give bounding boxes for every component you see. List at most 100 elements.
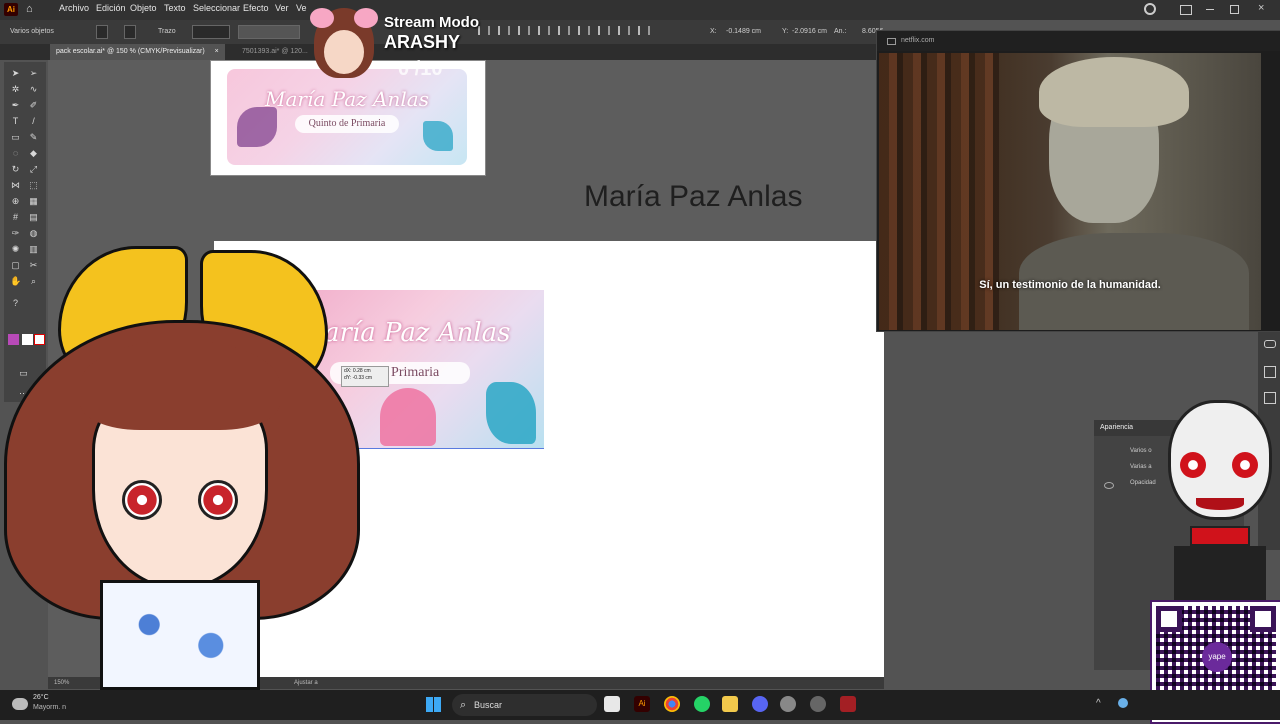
fill-swatch[interactable] (96, 25, 108, 39)
restore-icon[interactable] (1230, 5, 1239, 14)
search-icon[interactable] (1144, 3, 1156, 15)
line-tool-icon[interactable]: / (28, 116, 39, 127)
align-right-icon[interactable] (518, 26, 530, 35)
y-label: Y: (782, 28, 789, 35)
tab-close-icon[interactable]: × (215, 48, 219, 55)
blue-floral-dress (100, 580, 260, 690)
menu-bar: Ai ⌂ Archivo Edición Objeto Texto Selecc… (0, 0, 1280, 20)
task-view-icon[interactable] (604, 696, 620, 712)
stream-overlay: Stream Modo ARASHY 0 /10 (380, 10, 490, 80)
links-icon[interactable] (1264, 340, 1276, 348)
gradient-tool-icon[interactable]: ▤ (28, 212, 39, 223)
selection-label: Varios objetos (10, 28, 54, 35)
winrar-icon[interactable] (840, 696, 856, 712)
stroke-weight-input[interactable] (192, 25, 230, 39)
rotate-tool-icon[interactable]: ↻ (10, 164, 21, 175)
illustrator-taskbar-icon[interactable]: Ai (634, 696, 650, 712)
weather-icon[interactable] (12, 698, 28, 710)
netflix-titlebar: netflix.com (877, 31, 1280, 51)
align-top-icon[interactable] (538, 26, 550, 35)
close-icon[interactable]: × (1258, 2, 1264, 14)
discord-icon[interactable] (752, 696, 768, 712)
menu-ventana[interactable]: Ve (296, 3, 307, 13)
lasso-icon[interactable]: ∿ (28, 84, 39, 95)
visibility-eye-icon[interactable] (1104, 482, 1114, 489)
align-bottom-icon[interactable] (578, 26, 590, 35)
width-tool-icon[interactable]: ⋈ (10, 180, 21, 191)
paintbrush-icon[interactable]: ✎ (28, 132, 39, 143)
eyedropper-icon[interactable]: ✑ (10, 228, 21, 239)
menu-efecto[interactable]: Efecto (243, 3, 269, 13)
align-middle-icon[interactable] (558, 26, 570, 35)
properties-icon[interactable] (1264, 366, 1276, 378)
x-value[interactable]: -0.1489 cm (726, 28, 761, 35)
magic-wand-icon[interactable]: ✲ (10, 84, 21, 95)
artboard-title[interactable]: María Paz Anlas (584, 180, 802, 214)
distribute-icon[interactable] (598, 26, 610, 35)
tray-chevron-icon[interactable]: ^ (1096, 698, 1101, 709)
distribute-horizontal-icon[interactable] (618, 26, 630, 35)
pen-tool-icon[interactable]: ✒ (10, 100, 21, 111)
mesh-tool-icon[interactable]: # (10, 212, 21, 223)
blend-tool-icon[interactable]: ◍ (28, 228, 39, 239)
free-transform-icon[interactable]: ⬚ (28, 180, 39, 191)
stroke-label: Trazo (158, 28, 176, 35)
y-value[interactable]: -2.0916 cm (792, 28, 827, 35)
netflix-url: netflix.com (901, 37, 935, 44)
chrome-icon[interactable] (664, 696, 680, 712)
dancer-silhouette-icon (423, 121, 453, 151)
netflix-window[interactable]: netflix.com Sí, un testimonio de la huma… (876, 30, 1280, 332)
variable-width-profile[interactable] (238, 25, 300, 39)
tray-network-icon[interactable] (1118, 698, 1128, 708)
minimize-icon[interactable] (1206, 9, 1214, 10)
shape-builder-icon[interactable]: ⊕ (10, 196, 21, 207)
appearance-row-various[interactable]: Varias a (1130, 464, 1152, 470)
home-icon[interactable]: ⌂ (26, 3, 38, 15)
windows-start-icon[interactable] (426, 697, 441, 712)
rectangle-tool-icon[interactable]: ▭ (10, 132, 21, 143)
tab-label: pack escolar.ai* @ 150 % (CMYK/Previsual… (56, 48, 205, 55)
name-label-card[interactable]: María Paz Anlas Quinto de Primaria (227, 69, 467, 165)
align-center-icon[interactable] (498, 26, 510, 35)
menu-archivo[interactable]: Archivo (59, 3, 89, 13)
file-explorer-icon[interactable] (722, 696, 738, 712)
netflix-subtitle: Sí, un testimonio de la humanidad. (979, 279, 1161, 291)
tab-7501393[interactable]: 7501393.ai* @ 120... (236, 44, 314, 60)
appearance-row-objects[interactable]: Varios o (1130, 448, 1152, 454)
weather-temp: 26°C (33, 694, 49, 701)
selection-tool-icon[interactable]: ➤ (10, 68, 21, 79)
layout-icon[interactable] (1180, 5, 1192, 15)
type-tool-icon[interactable]: T (10, 116, 21, 127)
app-icon[interactable] (810, 696, 826, 712)
whatsapp-icon[interactable] (694, 696, 710, 712)
curvature-tool-icon[interactable]: ✐ (28, 100, 39, 111)
shaper-tool-icon[interactable]: ◌ (10, 148, 21, 159)
streamer-name: ARASHY (384, 32, 461, 52)
appearance-row-opacity[interactable]: Opacidad (1130, 480, 1156, 486)
distribute-vertical-icon[interactable] (638, 26, 650, 35)
menu-texto[interactable]: Texto (164, 3, 186, 13)
character-hair (1039, 57, 1189, 127)
menu-edicion[interactable]: Edición (96, 3, 126, 13)
x-label: X: (710, 28, 717, 35)
pip-icon (887, 38, 896, 45)
stream-counter: 0 /10 (398, 58, 443, 80)
perspective-grid-icon[interactable]: ▦ (28, 196, 39, 207)
right-eye (198, 480, 238, 520)
puppet-mascot (1160, 390, 1280, 600)
scale-tool-icon[interactable]: ⤢ (28, 164, 39, 175)
bangs (80, 340, 280, 430)
menu-objeto[interactable]: Objeto (130, 3, 157, 13)
menu-ver[interactable]: Ver (275, 3, 289, 13)
windows-taskbar: 26°C Mayorm. n ⌕ Buscar Ai ^ (0, 690, 1280, 720)
obs-icon[interactable] (780, 696, 796, 712)
vtuber-character (0, 240, 370, 690)
illustrator-logo: Ai (4, 3, 18, 16)
tab-pack-escolar[interactable]: pack escolar.ai* @ 150 % (CMYK/Previsual… (50, 44, 225, 60)
direct-selection-tool-icon[interactable]: ➢ (28, 68, 39, 79)
stroke-swatch[interactable] (124, 25, 136, 39)
menu-seleccionar[interactable]: Seleccionar (193, 3, 240, 13)
netflix-video[interactable]: Sí, un testimonio de la humanidad. (879, 53, 1261, 330)
taskbar-search-input[interactable]: ⌕ Buscar (452, 694, 597, 716)
eraser-icon[interactable]: ◆ (28, 148, 39, 159)
